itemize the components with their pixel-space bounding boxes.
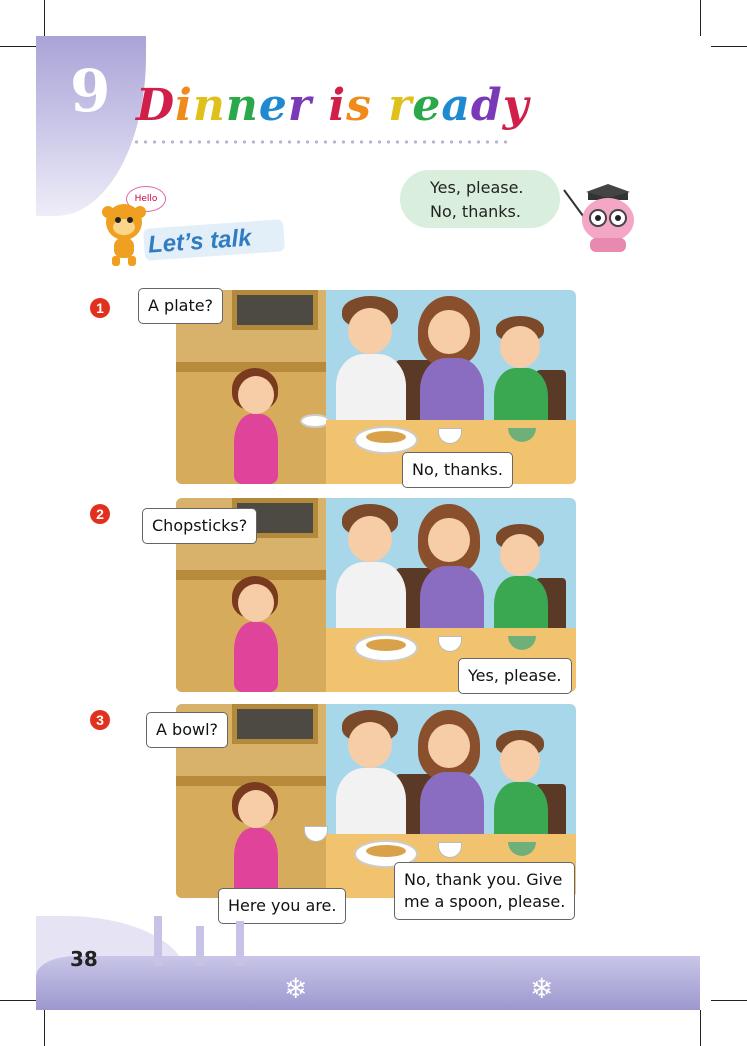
footer-band [36,956,700,1010]
title-divider [132,140,512,144]
unit-number: 9 [70,57,111,125]
plant-decoration [196,926,204,966]
crop-mark [711,1000,747,1001]
title-letter: i [328,80,347,131]
owl-teacher-mascot-icon [563,184,634,252]
title-letter: s [346,80,372,131]
dialogue-number: 1 [90,298,110,318]
noodles [366,431,406,443]
title-letter: r [388,80,413,131]
title-letter: d [470,80,503,131]
title-letter [372,84,388,128]
page-title: Dinner is ready [136,84,529,128]
title-letter: e [412,80,442,131]
crop-mark [700,0,701,36]
crop-mark [700,1010,701,1046]
crop-mark [44,1010,45,1046]
plant-decoration [154,916,162,966]
title-letter: y [502,80,530,131]
plant-decoration [236,921,244,966]
snowflake-icon: ❄ [530,972,554,1005]
dialogue-number: 2 [90,504,110,524]
title-letter [312,84,328,128]
title-letter: a [441,80,471,131]
crop-mark [44,0,45,36]
speech-bubble: Here you are. [218,888,347,924]
speech-line: No, thank you. Give [404,870,563,889]
crop-mark [0,1000,36,1001]
speech-bubble-multiline: No, thank you. Give me a spoon, please. [394,862,576,920]
title-letter: r [287,80,313,131]
title-letter: n [192,80,226,131]
speech-bubble: A plate? [138,288,224,324]
page-number: 38 [70,947,98,971]
speech-line: me a spoon, please. [404,892,566,911]
title-letter: e [258,80,288,131]
snowflake-icon: ❄ [284,972,308,1005]
title-letter: n [225,80,259,131]
title-letter: D [136,80,176,131]
speech-bubble: Chopsticks? [142,508,258,544]
crop-mark [711,46,747,47]
noodles [366,845,406,857]
kitchen-shelf [232,290,318,330]
dialogue-number: 3 [90,710,110,730]
dialogue-scene-1 [176,290,576,484]
key-phrase-1: Yes, please. [430,178,524,197]
title-letter: i [175,80,193,131]
speech-bubble: A bowl? [146,712,228,748]
speech-bubble: Yes, please. [458,658,572,694]
noodles [366,639,406,651]
crop-mark [0,46,36,47]
textbook-page: 9 Dinner is ready Hello Let’s talk Yes, … [36,36,700,1010]
key-phrase-2: No, thanks. [430,202,521,221]
kitchen-shelf [232,704,318,744]
speech-bubble: No, thanks. [402,452,513,488]
